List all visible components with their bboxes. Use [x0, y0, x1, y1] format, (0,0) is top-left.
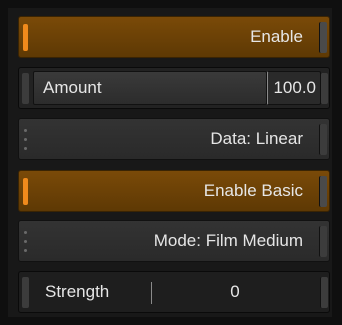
enable-basic-toggle[interactable]: Enable Basic [18, 170, 330, 212]
data-menu[interactable]: Data: Linear [18, 118, 330, 160]
strength-label: Strength [45, 282, 110, 301]
enable-end-cap [319, 22, 327, 53]
amount-label-field: Amount [33, 71, 267, 105]
mode-menu-label: Mode: Film Medium [153, 231, 303, 250]
enable-basic-indicator-led [23, 178, 28, 205]
enable-basic-end-cap [319, 176, 327, 207]
enable-label: Enable [250, 27, 303, 46]
controls-panel: Enable Amount 100.0 Data: Linear Enable … [8, 8, 332, 317]
strength-value: 0 [230, 282, 240, 301]
amount-value-field[interactable]: 100.0 [267, 71, 321, 105]
amount-value: 100.0 [273, 78, 316, 97]
data-menu-end-cap [319, 124, 327, 155]
enable-indicator-led [23, 24, 28, 51]
mode-menu-end-cap [319, 226, 327, 257]
strength-value-field[interactable]: 0 [152, 275, 318, 309]
drag-grip-icon [24, 231, 28, 253]
strength-label-field: Strength [33, 275, 151, 309]
amount-end-cap [320, 73, 328, 104]
mode-menu[interactable]: Mode: Film Medium [18, 220, 330, 262]
drag-grip-icon [24, 129, 28, 151]
strength-left-cap [22, 277, 29, 308]
strength-end-cap [320, 277, 328, 308]
amount-left-cap [22, 73, 29, 104]
strength-slider[interactable]: Strength 0 [18, 271, 330, 313]
enable-basic-label: Enable Basic [203, 181, 303, 200]
enable-toggle[interactable]: Enable [18, 16, 330, 58]
data-menu-label: Data: Linear [210, 129, 303, 148]
amount-label: Amount [43, 78, 102, 97]
amount-slider[interactable]: Amount 100.0 [18, 67, 330, 109]
